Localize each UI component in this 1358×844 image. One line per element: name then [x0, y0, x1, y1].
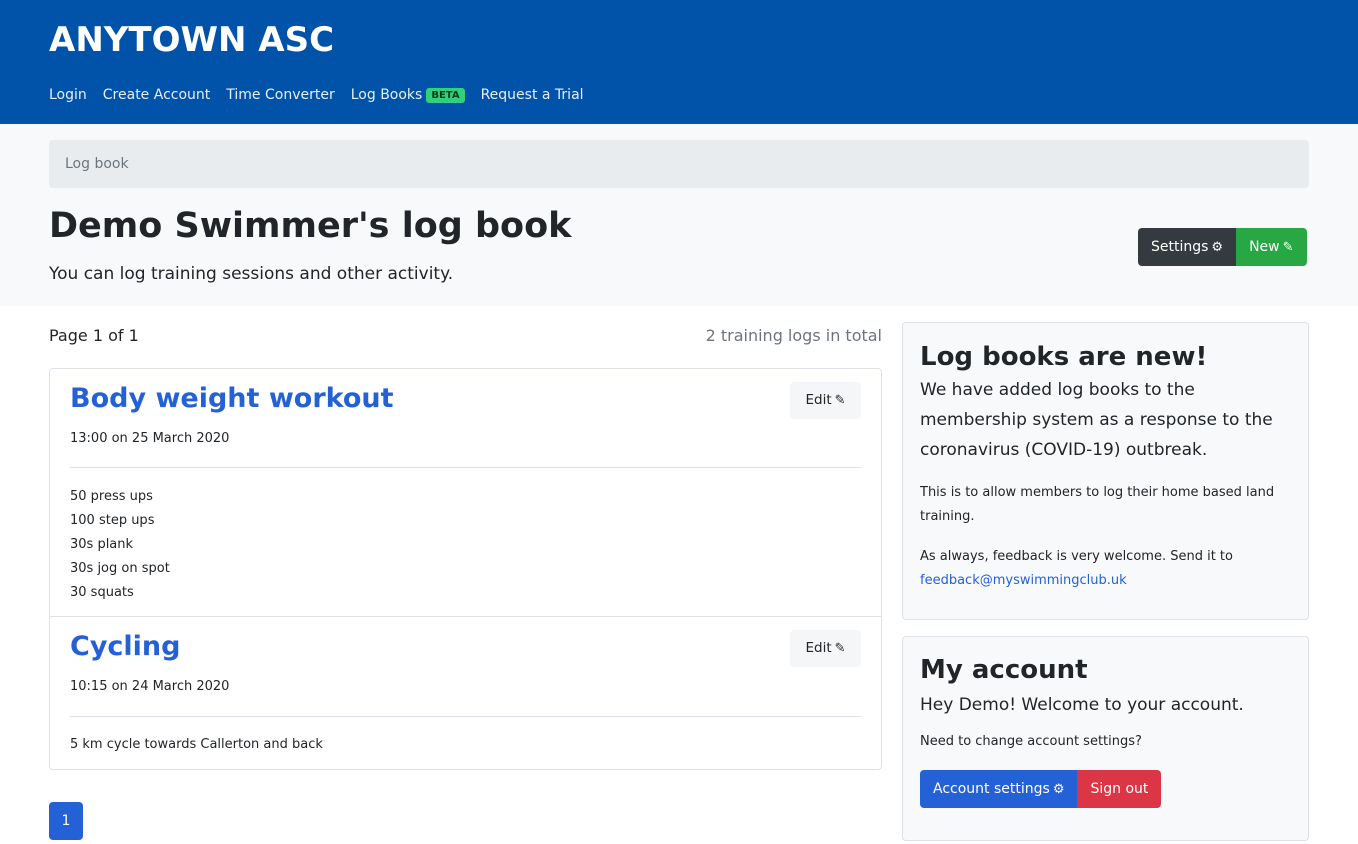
nav-create-account[interactable]: Create Account	[103, 87, 211, 103]
gear-icon: ⚙	[1052, 782, 1065, 797]
log-item: Body weight workout Edit ✎ 13:00 on 25 Ma…	[50, 369, 881, 617]
account-actions: Account settings ⚙ Sign out	[920, 770, 1291, 808]
main-nav: Login Create Account Time Converter Log …	[49, 87, 600, 103]
account-card-title: My account	[920, 655, 1088, 685]
log-date: 10:15 on 24 March 2020	[70, 679, 230, 694]
site-header: ANYTOWN ASC Login Create Account Time Co…	[0, 0, 1358, 124]
log-title-link[interactable]: Body weight workout	[70, 383, 394, 414]
page-lead: You can log training sessions and other …	[49, 264, 454, 284]
log-item: Cycling Edit ✎ 10:15 on 24 March 2020 5 k…	[50, 617, 881, 769]
sign-out-button[interactable]: Sign out	[1077, 770, 1162, 808]
nav-request-trial[interactable]: Request a Trial	[481, 87, 584, 103]
log-list: Body weight workout Edit ✎ 13:00 on 25 Ma…	[49, 368, 882, 770]
breadcrumb-current: Log book	[65, 156, 129, 172]
new-log-button-label: New	[1249, 239, 1280, 255]
beta-badge: BETA	[426, 87, 465, 103]
log-date: 13:00 on 25 March 2020	[70, 431, 230, 446]
divider	[70, 716, 861, 717]
nav-log-books[interactable]: Log Books BETA	[351, 87, 465, 103]
account-settings-button[interactable]: Account settings ⚙	[920, 770, 1078, 808]
log-line: 50 press ups	[70, 489, 153, 504]
log-line: 5 km cycle towards Callerton and back	[70, 737, 323, 752]
log-line: 100 step ups	[70, 513, 155, 528]
news-card-text: This is to allow members to log their ho…	[920, 485, 1275, 524]
log-line: 30 squats	[70, 585, 134, 600]
account-card: My account Hey Demo! Welcome to your acc…	[902, 636, 1309, 841]
log-line: 30s jog on spot	[70, 561, 170, 576]
edit-log-button[interactable]: Edit ✎	[790, 630, 861, 667]
news-card-feedback: As always, feedback is very welcome. Sen…	[920, 545, 1291, 593]
breadcrumb: Log book	[49, 140, 1309, 188]
nav-log-books-label: Log Books	[350, 87, 423, 103]
nav-time-converter[interactable]: Time Converter	[226, 87, 334, 103]
log-title-link[interactable]: Cycling	[70, 631, 180, 662]
site-brand[interactable]: ANYTOWN ASC	[49, 20, 334, 60]
total-logs-count: 2 training logs in total	[705, 326, 882, 345]
page-info: Page 1 of 1	[49, 326, 139, 345]
edit-icon: ✎	[834, 641, 846, 656]
divider	[70, 467, 861, 468]
gear-icon: ⚙	[1211, 240, 1224, 255]
edit-button-label: Edit	[805, 392, 832, 408]
news-card-title: Log books are new!	[920, 342, 1208, 372]
settings-button-label: Settings	[1151, 239, 1209, 255]
edit-log-button[interactable]: Edit ✎	[790, 382, 861, 419]
feedback-email-link[interactable]: feedback@myswimmingclub.uk	[920, 573, 1127, 588]
settings-button[interactable]: Settings ⚙	[1138, 228, 1237, 266]
logbook-actions: Settings ⚙ New ✎	[1138, 228, 1307, 266]
page-title: Demo Swimmer's log book	[49, 206, 572, 246]
log-content: 50 press ups 100 step ups 30s plank 30s …	[70, 485, 170, 605]
edit-icon: ✎	[834, 393, 846, 408]
log-line: 30s plank	[70, 537, 134, 552]
account-greeting: Hey Demo! Welcome to your account.	[920, 695, 1244, 715]
log-content: 5 km cycle towards Callerton and back	[70, 733, 323, 757]
account-prompt: Need to change account settings?	[920, 734, 1142, 749]
edit-button-label: Edit	[805, 640, 832, 656]
news-card-lead: We have added log books to the membershi…	[920, 380, 1273, 460]
new-log-button[interactable]: New ✎	[1236, 228, 1307, 266]
feedback-text: As always, feedback is very welcome. Sen…	[920, 549, 1233, 564]
nav-login[interactable]: Login	[49, 87, 87, 103]
pagination-page-1[interactable]: 1	[49, 802, 83, 840]
account-settings-label: Account settings	[933, 781, 1050, 797]
edit-icon: ✎	[1282, 240, 1294, 255]
news-card: Log books are new! We have added log boo…	[902, 322, 1309, 620]
